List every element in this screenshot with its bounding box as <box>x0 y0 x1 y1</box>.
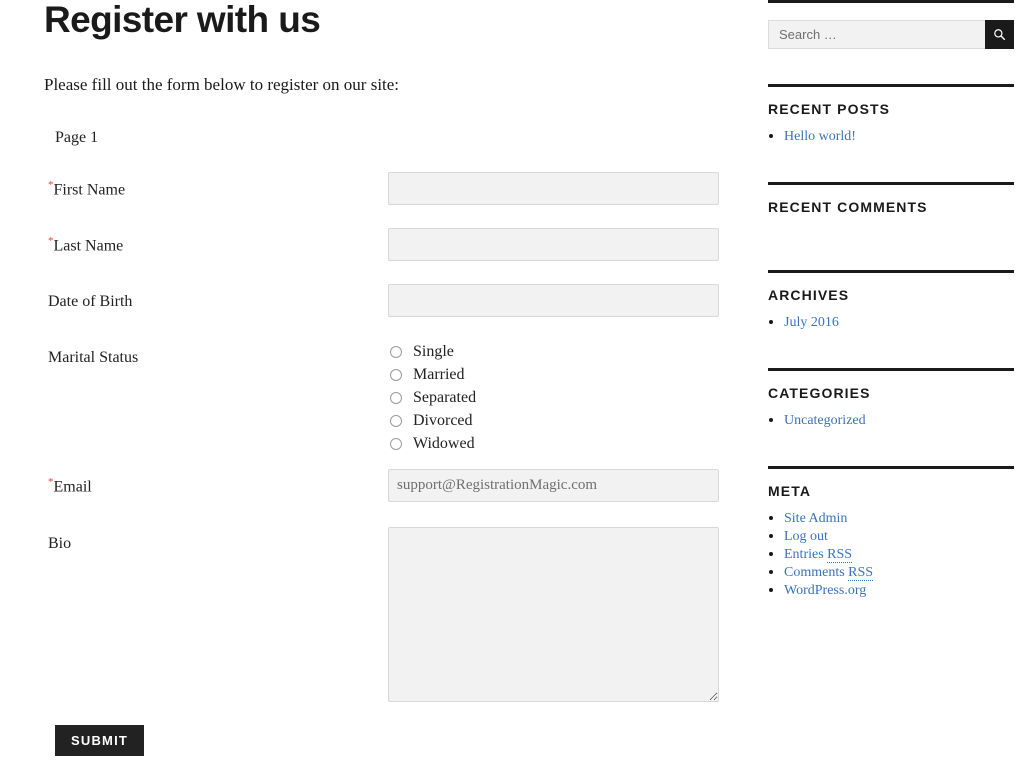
search-icon <box>994 29 1006 41</box>
link-uncategorized[interactable]: Uncategorized <box>784 413 866 428</box>
radio-label: Divorced <box>413 411 473 429</box>
control-last-name <box>388 228 719 261</box>
recent-posts-list: Hello world! <box>768 127 1014 145</box>
label-first-name: *First Name <box>48 180 378 200</box>
radio-button-icon[interactable] <box>390 414 402 427</box>
label-last-name: *Last Name <box>48 236 378 256</box>
radio-option-married[interactable]: Married <box>388 363 476 386</box>
list-item: Comments RSS <box>784 563 1014 581</box>
label-text: Last Name <box>53 237 124 255</box>
radio-button-icon[interactable] <box>390 345 402 358</box>
link-comments-rss[interactable]: Comments RSS <box>784 565 874 581</box>
radio-button-icon[interactable] <box>390 368 402 381</box>
marital-status-radio-group: Single Married Separated Divorced Widowe… <box>388 340 476 455</box>
label-email: *Email <box>48 477 378 497</box>
label-text: Email <box>53 478 92 496</box>
label-text: Marital Status <box>48 349 139 366</box>
list-item: Entries RSS <box>784 545 1014 563</box>
first-name-input[interactable] <box>388 172 719 205</box>
radio-label: Married <box>413 365 465 383</box>
control-date-of-birth <box>388 284 719 317</box>
link-hello-world[interactable]: Hello world! <box>784 129 856 144</box>
control-bio <box>388 527 719 702</box>
link-site-admin[interactable]: Site Admin <box>784 511 847 526</box>
list-item: Site Admin <box>784 509 1014 527</box>
sidebar-top-divider <box>768 0 1014 3</box>
link-wordpress-org[interactable]: WordPress.org <box>784 583 866 598</box>
bio-textarea[interactable] <box>388 527 719 702</box>
widget-meta: Meta Site Admin Log out Entries RSS Comm… <box>768 466 1014 599</box>
link-entries-rss[interactable]: Entries RSS <box>784 547 853 563</box>
search-submit-button[interactable] <box>985 20 1014 49</box>
radio-button-icon[interactable] <box>390 437 402 450</box>
widget-title-recent-comments: Recent Comments <box>768 199 928 215</box>
email-input[interactable] <box>388 469 719 502</box>
link-july-2016[interactable]: July 2016 <box>784 315 839 330</box>
label-date-of-birth: Date of Birth <box>48 292 378 312</box>
list-item: Uncategorized <box>784 411 1014 429</box>
form-intro-text: Please fill out the form below to regist… <box>44 75 400 94</box>
submit-button[interactable]: Submit <box>55 725 145 756</box>
widget-categories: Categories Uncategorized <box>768 368 1014 429</box>
radio-label: Widowed <box>413 434 475 452</box>
widget-title-categories: Categories <box>768 385 871 401</box>
widget-recent-comments: Recent Comments <box>768 182 1014 215</box>
date-of-birth-input[interactable] <box>388 284 719 317</box>
control-marital-status: Single Married Separated Divorced Widowe… <box>388 340 476 455</box>
radio-option-widowed[interactable]: Widowed <box>388 432 476 455</box>
radio-option-divorced[interactable]: Divorced <box>388 409 476 432</box>
sidebar: Recent Posts Hello world! Recent Comment… <box>768 0 1014 599</box>
list-item: WordPress.org <box>784 581 1014 599</box>
list-item: Log out <box>784 527 1014 545</box>
list-item: July 2016 <box>784 313 1014 331</box>
page-root: Register with us Please fill out the for… <box>0 0 1024 760</box>
page-title: Register with us <box>44 0 321 40</box>
main-content: Register with us Please fill out the for… <box>0 0 760 760</box>
widget-recent-posts: Recent Posts Hello world! <box>768 84 1014 145</box>
rss-abbreviation: RSS <box>848 565 874 581</box>
radio-option-separated[interactable]: Separated <box>388 386 476 409</box>
label-text: Date of Birth <box>48 293 133 310</box>
label-text: First Name <box>53 181 126 199</box>
widget-title-meta: Meta <box>768 483 812 499</box>
widget-title-archives: Archives <box>768 287 850 303</box>
control-email <box>388 469 719 502</box>
radio-label: Single <box>413 342 454 360</box>
radio-button-icon[interactable] <box>390 391 402 404</box>
radio-label: Separated <box>413 388 477 406</box>
search-widget <box>768 20 1014 49</box>
categories-list: Uncategorized <box>768 411 1014 429</box>
archives-list: July 2016 <box>768 313 1014 331</box>
search-input[interactable] <box>768 20 985 49</box>
label-marital-status: Marital Status <box>48 348 378 368</box>
link-log-out[interactable]: Log out <box>784 529 828 544</box>
rss-abbreviation: RSS <box>827 547 853 563</box>
form-page-label: Page 1 <box>55 129 99 146</box>
label-text: Bio <box>48 535 72 552</box>
meta-list: Site Admin Log out Entries RSS Comments … <box>768 509 1014 599</box>
widget-archives: Archives July 2016 <box>768 270 1014 331</box>
radio-option-single[interactable]: Single <box>388 340 476 363</box>
control-first-name <box>388 172 719 205</box>
widget-title-recent-posts: Recent Posts <box>768 101 891 117</box>
last-name-input[interactable] <box>388 228 719 261</box>
label-bio: Bio <box>48 534 378 554</box>
list-item: Hello world! <box>784 127 1014 145</box>
